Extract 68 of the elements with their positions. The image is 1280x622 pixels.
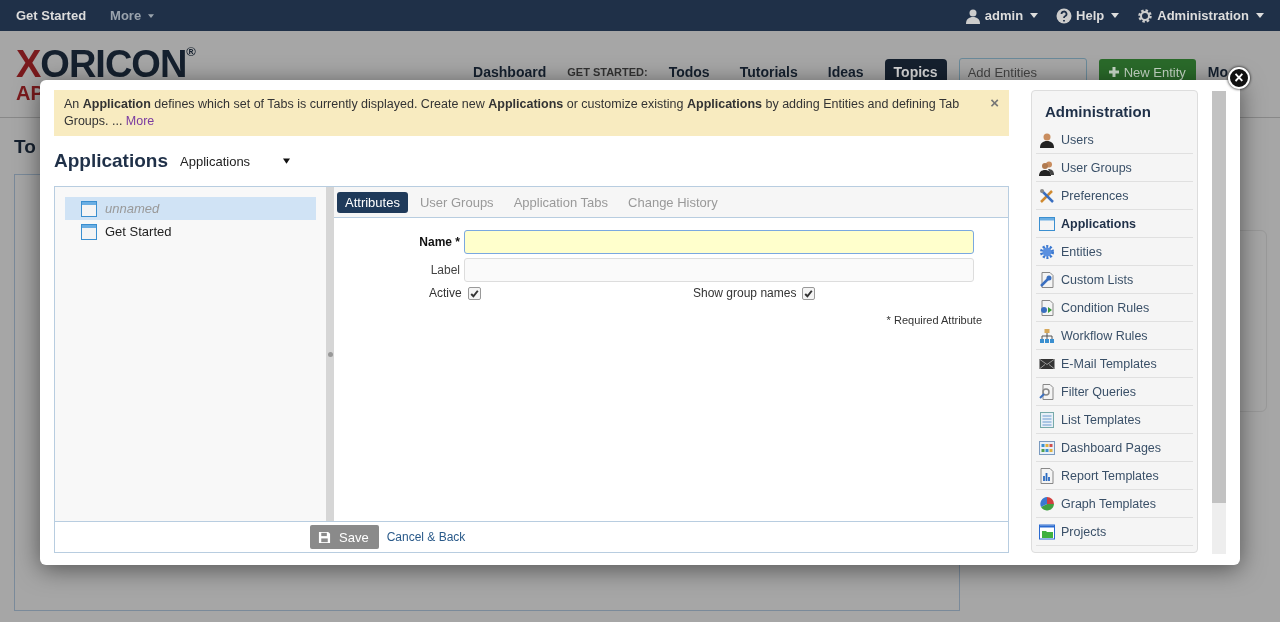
checkbox[interactable] <box>802 286 816 300</box>
admin-menu-item[interactable]: User Groups <box>1036 154 1193 182</box>
person-icon <box>964 7 981 24</box>
checkbox-label: Active <box>429 286 462 300</box>
top-menu-link[interactable]: Administration <box>1137 7 1264 24</box>
people-icon <box>1039 159 1055 176</box>
admin-menu-item[interactable]: Dashboard Pages <box>1036 434 1193 462</box>
admin-menu-item[interactable]: Report Templates <box>1036 462 1193 490</box>
admin-menu-item[interactable]: Condition Rules <box>1036 294 1193 322</box>
wrench-document-icon <box>1039 271 1055 288</box>
window-icon <box>1039 215 1055 232</box>
caret-icon <box>148 13 155 18</box>
caret-icon <box>1256 13 1264 18</box>
settings-icon <box>1137 7 1154 24</box>
cancel-link[interactable]: Cancel & Back <box>386 530 466 544</box>
admin-menu-item[interactable]: Entities <box>1036 238 1193 266</box>
tree-item[interactable]: Get Started <box>65 220 316 243</box>
tools-icon <box>1039 187 1055 204</box>
application-dropdown[interactable]: Applications <box>180 153 290 169</box>
window-icon <box>81 200 97 217</box>
admin-menu-item[interactable]: Preferences <box>1036 182 1193 210</box>
text-field[interactable] <box>464 230 974 254</box>
hierarchy-icon <box>1039 327 1055 344</box>
required-note: * Required Attribute <box>885 314 982 326</box>
checkbox[interactable] <box>467 286 481 300</box>
caret-icon <box>283 158 290 164</box>
rule-document-icon <box>1039 299 1055 316</box>
caret-icon <box>1111 13 1120 18</box>
gear-icon <box>1039 243 1055 260</box>
top-menu-link[interactable]: Help <box>1056 7 1120 24</box>
admin-menu-item[interactable]: E-Mail Templates <box>1036 350 1193 378</box>
truncated-menu-link[interactable]: Mo <box>1207 64 1228 80</box>
top-menu-link[interactable]: admin <box>964 7 1039 24</box>
top-menu-link[interactable]: Get Started <box>16 8 87 23</box>
dashboard-icon <box>1039 439 1055 456</box>
plus-icon <box>1108 67 1119 77</box>
page-title: To <box>14 136 36 158</box>
admin-menu-item[interactable]: Applications <box>1036 210 1193 238</box>
nav-caption: GET STARTED: <box>567 66 648 78</box>
checkbox-label: Show group names <box>693 286 797 300</box>
list-icon <box>1039 411 1055 428</box>
admin-menu-item[interactable]: Filter Queries <box>1036 378 1193 406</box>
more-link[interactable]: More <box>125 114 155 128</box>
field-label: Name * <box>418 235 460 249</box>
window-icon <box>81 223 97 240</box>
search-document-icon <box>1039 383 1055 400</box>
panel-title: Administration <box>1044 102 1152 122</box>
admin-menu-item[interactable]: Users <box>1036 126 1193 154</box>
help-icon <box>1056 7 1073 24</box>
admin-menu-item[interactable]: Workflow Rules <box>1036 322 1193 350</box>
caret-icon <box>1030 13 1039 18</box>
person-icon <box>1039 131 1055 148</box>
info-text: An Application defines which set of Tabs is currently displayed. Create new Applications or customize existing Applications by adding Entities and defining Tab Groups. ... More <box>64 96 961 130</box>
admin-menu-item[interactable]: List Templates <box>1036 406 1193 434</box>
dialog-title: Applications <box>54 150 168 172</box>
top-menu-link[interactable]: More <box>110 8 155 23</box>
scrollbar[interactable] <box>1212 91 1226 554</box>
folder-icon <box>1039 523 1055 540</box>
admin-menu-item[interactable]: Graph Templates <box>1036 490 1193 518</box>
tab[interactable]: Attributes <box>337 191 408 213</box>
admin-menu-item[interactable]: Custom Lists <box>1036 266 1193 294</box>
pie-chart-icon <box>1039 495 1055 512</box>
logo: XORICON$^{®}$ <box>16 45 195 83</box>
field-label: Label <box>429 263 460 277</box>
bar-chart-document-icon <box>1039 467 1055 484</box>
admin-menu-item[interactable]: Projects <box>1036 518 1193 546</box>
close-banner-button[interactable]: × <box>990 96 999 110</box>
splitter-handle[interactable] <box>326 187 334 521</box>
